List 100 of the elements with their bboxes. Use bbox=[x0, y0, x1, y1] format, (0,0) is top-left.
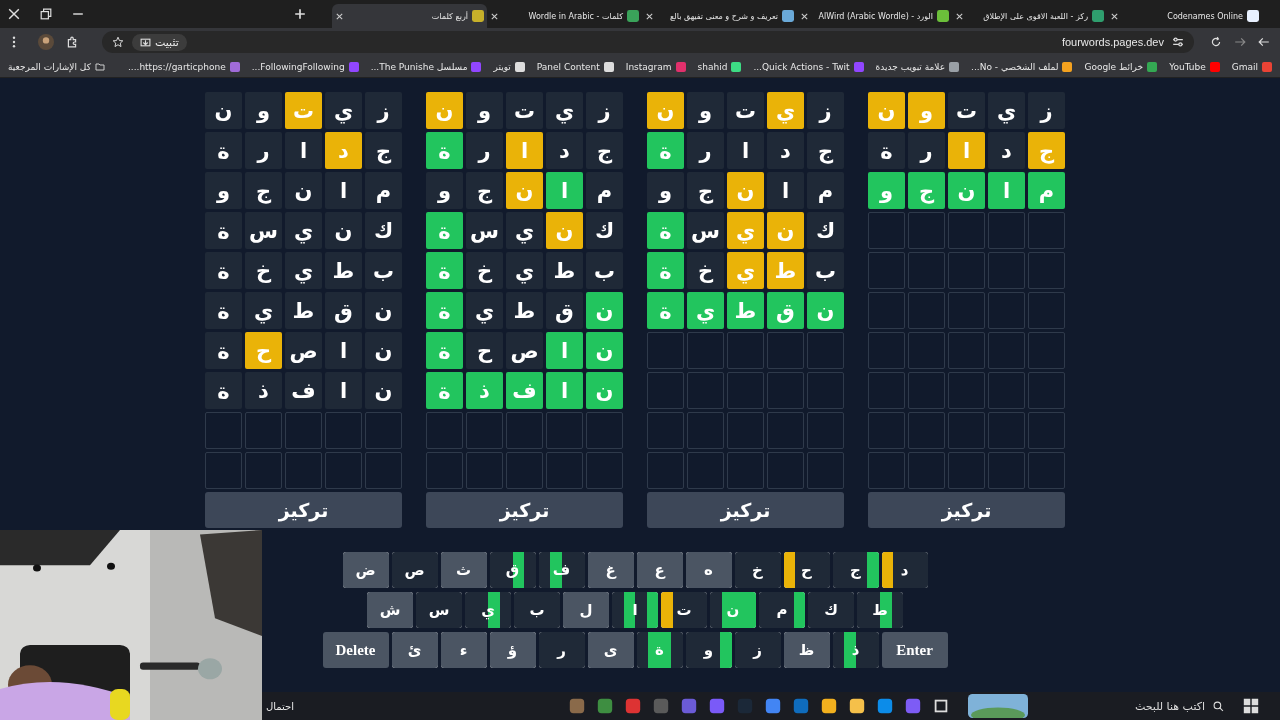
letter-tile: ة bbox=[205, 292, 242, 329]
back-icon[interactable] bbox=[1258, 36, 1270, 48]
key-button[interactable]: Delete bbox=[322, 632, 389, 668]
empty-tile bbox=[908, 412, 945, 449]
key-button[interactable]: ا bbox=[612, 592, 658, 628]
install-button[interactable]: تثبيت bbox=[132, 33, 187, 51]
key-button[interactable]: ى bbox=[587, 632, 634, 668]
key-button[interactable]: ؤ bbox=[489, 632, 536, 668]
letter-tile: ي bbox=[285, 252, 322, 289]
key-button[interactable]: ظ bbox=[783, 632, 830, 668]
browser-tab[interactable]: تعريف و شرح و معنى تفيهق بالع bbox=[642, 4, 797, 28]
bookmark-item[interactable]: Panel Content bbox=[536, 61, 614, 72]
bookmark-item[interactable]: Instagram bbox=[625, 61, 686, 72]
extensions-icon[interactable] bbox=[66, 36, 78, 48]
browser-tab[interactable]: Codenames Online bbox=[1107, 4, 1262, 28]
letter-tile: خ bbox=[245, 252, 282, 289]
reload-icon[interactable] bbox=[1210, 36, 1222, 48]
browser-tab[interactable]: كلمات - Wordle in Arabic bbox=[487, 4, 642, 28]
key-button[interactable]: م bbox=[759, 592, 805, 628]
empty-tile bbox=[205, 452, 242, 489]
key-button[interactable]: ص bbox=[391, 552, 438, 588]
key-button[interactable]: ه bbox=[685, 552, 732, 588]
search-field[interactable]: اكتب هنا للبحث bbox=[1063, 698, 1207, 714]
bookmark-item[interactable]: Quick Actions - Twit... bbox=[753, 61, 864, 72]
key-button[interactable]: ث bbox=[440, 552, 487, 588]
key-button[interactable]: ض bbox=[342, 552, 389, 588]
bookmark-item[interactable]: تويتر bbox=[493, 61, 525, 72]
bookmark-item[interactable]: YouTube bbox=[1169, 61, 1220, 72]
key-button[interactable]: ت bbox=[661, 592, 707, 628]
key-button[interactable]: و bbox=[685, 632, 732, 668]
tab-title: ركز - اللعبة الاقوى على الإطلاق bbox=[982, 11, 1088, 21]
app-icon[interactable] bbox=[820, 697, 838, 715]
task-view-icon[interactable] bbox=[932, 697, 950, 715]
close-icon[interactable] bbox=[955, 11, 964, 21]
window-title[interactable]: احتمال bbox=[266, 700, 295, 712]
forward-icon[interactable] bbox=[1234, 36, 1246, 48]
letter-tile: ز bbox=[807, 92, 844, 129]
empty-tile bbox=[988, 372, 1025, 409]
letter-tile: ن bbox=[767, 212, 804, 249]
letter-tile: ف bbox=[506, 372, 543, 409]
key-button[interactable]: ع bbox=[636, 552, 683, 588]
empty-tile bbox=[325, 412, 362, 449]
close-icon[interactable] bbox=[335, 11, 344, 21]
focus-button[interactable]: تركيز bbox=[205, 492, 402, 528]
site-icon bbox=[949, 61, 960, 72]
key-button[interactable]: ش bbox=[367, 592, 413, 628]
app-icon[interactable] bbox=[596, 697, 614, 715]
key-button[interactable]: ط bbox=[857, 592, 903, 628]
app-icon[interactable] bbox=[764, 697, 782, 715]
restore-icon[interactable] bbox=[40, 8, 52, 20]
close-icon[interactable] bbox=[800, 11, 809, 21]
empty-tile bbox=[1028, 372, 1065, 409]
key-button[interactable]: غ bbox=[587, 552, 634, 588]
letter-tile: ن bbox=[285, 172, 322, 209]
letter-tile: ص bbox=[285, 332, 322, 369]
key-button[interactable]: ج bbox=[832, 552, 879, 588]
bookmark-item[interactable]: FollowingFollowing... bbox=[251, 61, 359, 72]
empty-tile bbox=[687, 372, 724, 409]
key-button[interactable]: ل bbox=[563, 592, 609, 628]
browser-tab[interactable]: ركز - اللعبة الاقوى على الإطلاق bbox=[952, 4, 1107, 28]
empty-tile bbox=[807, 332, 844, 369]
all-bookmarks-item[interactable]: كل الإشارات المرجعية bbox=[8, 61, 105, 72]
key-button[interactable]: ك bbox=[808, 592, 854, 628]
close-icon[interactable] bbox=[645, 11, 654, 21]
browser-tab[interactable]: أربع كلمات bbox=[332, 4, 487, 28]
empty-tile bbox=[948, 412, 985, 449]
close-icon[interactable] bbox=[8, 8, 20, 20]
bookmark-item[interactable]: لملف الشخصي - No... bbox=[971, 61, 1073, 72]
letter-tile: ق bbox=[767, 292, 804, 329]
bookmark-item[interactable]: Gmail bbox=[1231, 61, 1272, 72]
site-settings-icon[interactable] bbox=[1172, 36, 1184, 48]
bookmark-item[interactable]: مسلسل The Punishe... bbox=[370, 61, 482, 72]
focus-button[interactable]: تركيز bbox=[868, 492, 1065, 528]
key-button[interactable]: خ bbox=[734, 552, 781, 588]
app-icon[interactable] bbox=[876, 697, 894, 715]
focus-button[interactable]: تركيز bbox=[647, 492, 844, 528]
close-icon[interactable] bbox=[1110, 11, 1119, 21]
empty-tile bbox=[948, 252, 985, 289]
bookmark-item[interactable]: علامة تبويب جديدة bbox=[875, 61, 960, 72]
key-button[interactable]: ئ bbox=[391, 632, 438, 668]
new-tab-icon[interactable] bbox=[294, 8, 306, 20]
key-button[interactable]: س bbox=[416, 592, 462, 628]
key-button[interactable]: ح bbox=[783, 552, 830, 588]
key-button[interactable]: ء bbox=[440, 632, 487, 668]
bookmark-item[interactable]: خرائط Google bbox=[1084, 61, 1158, 72]
browser-tab[interactable]: الورد - AlWird (Arabic Wordle) bbox=[797, 4, 952, 28]
windows-logo-icon[interactable] bbox=[1242, 697, 1260, 715]
key-button[interactable]: ز bbox=[734, 632, 781, 668]
empty-tile bbox=[767, 332, 804, 369]
star-icon[interactable] bbox=[112, 36, 124, 48]
focus-button[interactable]: تركيز bbox=[426, 492, 623, 528]
key-button[interactable]: ر bbox=[538, 632, 585, 668]
bookmark-item[interactable]: https://garticphone.... bbox=[127, 61, 240, 72]
key-button[interactable]: د bbox=[881, 552, 928, 588]
profile-icon[interactable] bbox=[38, 34, 54, 50]
close-icon[interactable] bbox=[490, 11, 499, 21]
bookmark-item[interactable]: shahid bbox=[697, 61, 742, 72]
key-button[interactable]: ب bbox=[514, 592, 560, 628]
key-button[interactable]: Enter bbox=[881, 632, 948, 668]
app-icon[interactable] bbox=[848, 697, 866, 715]
